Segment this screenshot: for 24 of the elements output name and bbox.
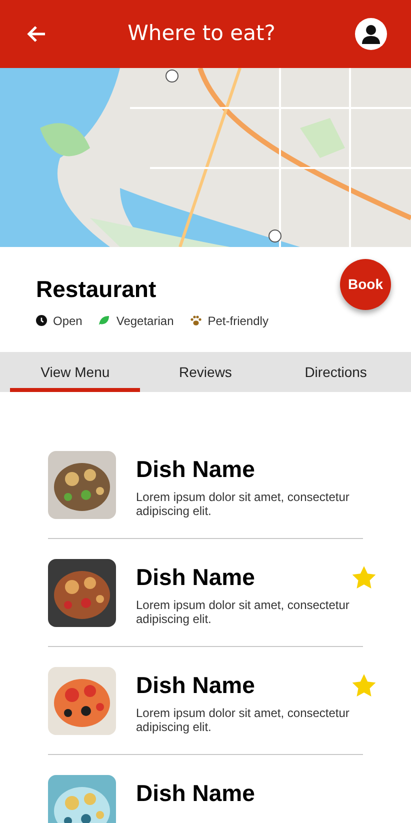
clock-icon — [36, 315, 47, 326]
leaf-icon — [98, 315, 110, 326]
person-icon — [361, 24, 381, 44]
dish-name: Dish Name — [136, 671, 255, 700]
book-button[interactable]: Book — [340, 259, 391, 310]
profile-button[interactable] — [355, 18, 387, 50]
back-arrow-icon — [26, 25, 46, 43]
restaurant-name: Restaurant — [36, 275, 158, 304]
dish-name: Dish Name — [136, 779, 255, 808]
paw-icon — [190, 315, 202, 326]
tab[interactable]: Directions — [270, 352, 401, 392]
tag-label: Pet-friendly — [208, 312, 268, 330]
dish-description: Lorem ipsum dolor sit amet, consectetur adipiscing elit. — [136, 598, 350, 626]
star-icon[interactable] — [351, 564, 377, 590]
tag-label: Vegetarian — [116, 312, 174, 330]
dish-description: Lorem ipsum dolor sit amet, consectetur adipiscing elit. — [136, 706, 350, 734]
star-icon[interactable] — [351, 672, 377, 698]
app-title: Where to eat? — [128, 20, 276, 48]
dish-name: Dish Name — [136, 455, 255, 484]
dish-description: Lorem ipsum dolor sit amet, consectetur adipiscing elit. — [136, 490, 350, 518]
tag-label: Open — [53, 312, 82, 330]
tab[interactable]: Reviews — [140, 352, 271, 392]
tab[interactable]: View Menu — [10, 352, 140, 392]
dish-name: Dish Name — [136, 563, 255, 592]
